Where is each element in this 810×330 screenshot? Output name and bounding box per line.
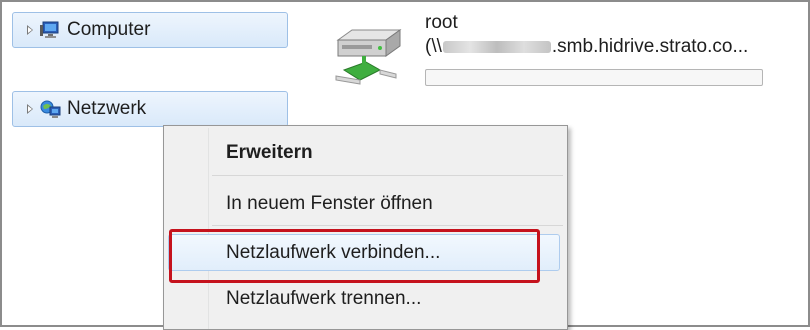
network-drive-icon[interactable] (330, 26, 404, 92)
expand-arrow-icon[interactable] (27, 25, 33, 35)
context-menu: Erweitern In neuem Fenster öffnen Netzla… (163, 125, 568, 330)
nav-item-label: Computer (67, 19, 151, 40)
redacted-text (442, 40, 551, 53)
menu-item-open-new-window[interactable]: In neuem Fenster öffnen (226, 193, 433, 215)
drive-usage-bar (425, 69, 763, 86)
drive-name[interactable]: root (425, 12, 458, 34)
menu-item-disconnect-network-drive[interactable]: Netzlaufwerk trennen... (226, 288, 421, 310)
network-icon (40, 100, 61, 118)
menu-item-erweitern[interactable]: Erweitern (226, 142, 313, 164)
nav-item-network[interactable]: Netzwerk (12, 91, 288, 127)
menu-separator (212, 175, 563, 176)
drive-path-suffix: .smb.hidrive.strato.co... (551, 36, 749, 57)
drive-path-prefix: (\\ (425, 36, 442, 57)
nav-item-label: Netzwerk (67, 98, 147, 119)
nav-item-computer[interactable]: Computer (12, 12, 288, 48)
expand-arrow-icon[interactable] (27, 104, 33, 114)
drive-path: (\\ .smb.hidrive.strato.co... (425, 36, 748, 58)
computer-icon (40, 21, 59, 38)
highlight-annotation-box (169, 229, 540, 283)
menu-separator (212, 225, 563, 226)
